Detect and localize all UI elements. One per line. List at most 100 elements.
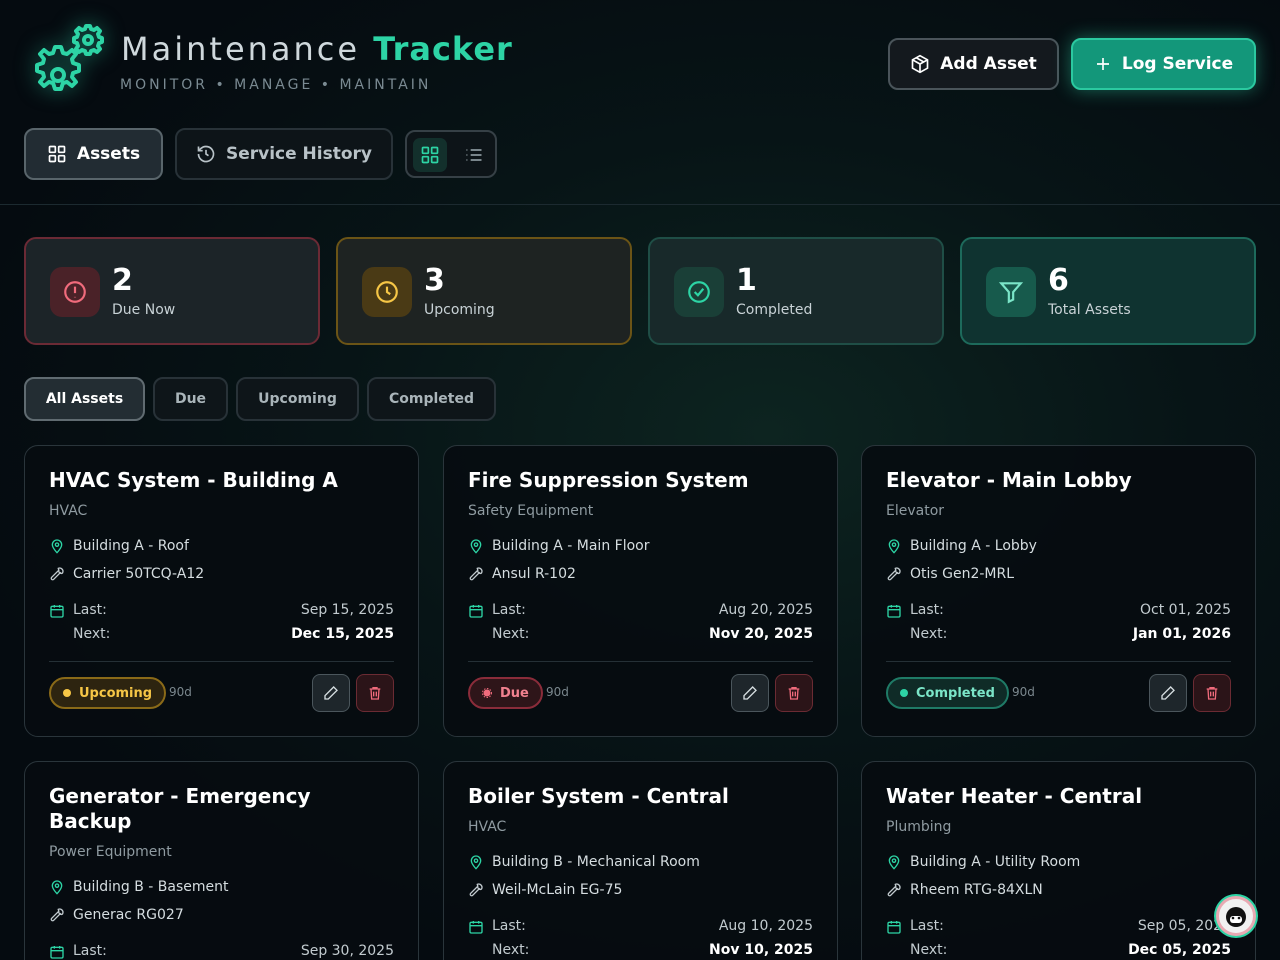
avatar[interactable]: [1216, 896, 1256, 936]
asset-card[interactable]: Generator - Emergency Backup Power Equip…: [24, 761, 419, 960]
service-interval: 90d: [1012, 685, 1035, 699]
card-divider: [886, 661, 1231, 662]
stat-total-assets[interactable]: 6 Total Assets: [960, 237, 1256, 345]
asset-card[interactable]: Boiler System - Central HVAC Building B …: [443, 761, 838, 960]
filter-upcoming[interactable]: Upcoming: [236, 377, 359, 421]
last-label: Last:: [73, 602, 107, 618]
alert-circle-icon: [50, 267, 100, 317]
wrench-icon: [50, 567, 64, 581]
asset-location-text: Building A - Lobby: [910, 538, 1037, 554]
edit-button[interactable]: [312, 674, 350, 712]
stat-value: 6: [1048, 263, 1069, 298]
stat-value: 2: [112, 263, 133, 298]
next-date: Nov 10, 2025: [709, 942, 813, 958]
asset-location-text: Building A - Main Floor: [492, 538, 650, 554]
tab-service-history-label: Service History: [225, 144, 373, 164]
view-toggle: [405, 130, 497, 178]
map-pin-icon: [51, 539, 63, 554]
wrench-icon: [887, 883, 901, 897]
card-divider: [49, 661, 394, 662]
plus-icon: [1096, 58, 1109, 70]
last-label: Last:: [910, 918, 944, 934]
next-label: Next:: [910, 626, 948, 642]
asset-card[interactable]: HVAC System - Building A HVAC Building A…: [24, 445, 419, 737]
asset-location: Building B - Mechanical Room: [468, 854, 700, 870]
calendar-icon: [887, 605, 901, 618]
filter-due[interactable]: Due: [153, 377, 228, 421]
calendar-icon: [469, 921, 483, 934]
delete-button[interactable]: [356, 674, 394, 712]
status-text: Upcoming: [79, 685, 153, 701]
filter-completed[interactable]: Completed: [367, 377, 496, 421]
asset-name: Elevator - Main Lobby: [886, 468, 1132, 492]
calendar-icon: [887, 921, 901, 934]
delete-button[interactable]: [775, 674, 813, 712]
status-text: Completed: [916, 685, 995, 701]
asset-category: HVAC: [468, 819, 507, 835]
map-pin-icon: [888, 855, 900, 870]
stat-upcoming[interactable]: 3 Upcoming: [336, 237, 632, 345]
stat-completed[interactable]: 1 Completed: [648, 237, 944, 345]
wrench-icon: [469, 883, 483, 897]
asset-location-text: Building A - Utility Room: [910, 854, 1081, 870]
next-label: Next:: [492, 626, 530, 642]
asset-model: Otis Gen2-MRL: [886, 566, 1014, 582]
map-pin-icon: [470, 539, 482, 554]
last-date: Sep 15, 2025: [300, 602, 394, 618]
asset-model: Carrier 50TCQ-A12: [49, 566, 204, 582]
app-title: Maintenance Tracker: [121, 30, 513, 68]
tab-assets[interactable]: Assets: [24, 128, 163, 180]
stat-label: Upcoming: [424, 302, 495, 318]
asset-name: Fire Suppression System: [468, 468, 749, 492]
gears-logo-icon: [35, 24, 104, 91]
filter-icon: [986, 267, 1036, 317]
pencil-icon: [324, 686, 338, 700]
asset-card[interactable]: Water Heater - Central Plumbing Building…: [861, 761, 1256, 960]
asset-category: Power Equipment: [49, 844, 172, 860]
calendar-icon: [50, 946, 64, 959]
filter-all-assets[interactable]: All Assets: [24, 377, 145, 421]
asset-category: Elevator: [886, 503, 945, 519]
asset-location: Building A - Roof: [49, 538, 189, 554]
stat-due-now[interactable]: 2 Due Now: [24, 237, 320, 345]
edit-button[interactable]: [731, 674, 769, 712]
trash-icon: [788, 687, 800, 700]
status-badge: Completed: [886, 677, 1009, 709]
delete-button[interactable]: [1193, 674, 1231, 712]
wrench-icon: [469, 567, 483, 581]
next-date: Dec 15, 2025: [291, 626, 394, 642]
list-view-button[interactable]: [457, 138, 491, 172]
last-date: Sep 30, 2025: [300, 943, 394, 959]
last-date: Aug 10, 2025: [718, 918, 813, 934]
wrench-icon: [887, 567, 901, 581]
asset-name: Water Heater - Central: [886, 784, 1143, 808]
asset-model: Generac RG027: [49, 907, 184, 923]
grid-view-button[interactable]: [413, 138, 447, 172]
last-date: Aug 20, 2025: [718, 602, 813, 618]
edit-button[interactable]: [1149, 674, 1187, 712]
map-pin-icon: [51, 880, 63, 895]
add-asset-button[interactable]: Add Asset: [888, 38, 1059, 90]
history-icon: [197, 145, 215, 163]
next-label: Next:: [73, 626, 111, 642]
log-service-button[interactable]: Log Service: [1071, 38, 1256, 90]
asset-category: Safety Equipment: [468, 503, 594, 519]
next-date: Nov 20, 2025: [709, 626, 813, 642]
trash-icon: [1206, 687, 1218, 700]
wrench-icon: [50, 908, 64, 922]
asset-category: Plumbing: [886, 819, 952, 835]
asset-location-text: Building A - Roof: [73, 538, 189, 554]
stat-value: 3: [424, 263, 445, 298]
last-label: Last:: [73, 943, 107, 959]
pencil-icon: [743, 686, 757, 700]
asset-model-text: Carrier 50TCQ-A12: [73, 566, 205, 582]
card-divider: [468, 661, 813, 662]
asset-card[interactable]: Elevator - Main Lobby Elevator Building …: [861, 445, 1256, 737]
asset-model: Ansul R-102: [468, 566, 576, 582]
tab-service-history[interactable]: Service History: [175, 128, 393, 180]
status-text: Due: [500, 685, 529, 701]
clock-icon: [362, 267, 412, 317]
asset-location: Building A - Main Floor: [468, 538, 649, 554]
asset-card[interactable]: Fire Suppression System Safety Equipment…: [443, 445, 838, 737]
next-date: Dec 05, 2025: [1128, 942, 1231, 958]
